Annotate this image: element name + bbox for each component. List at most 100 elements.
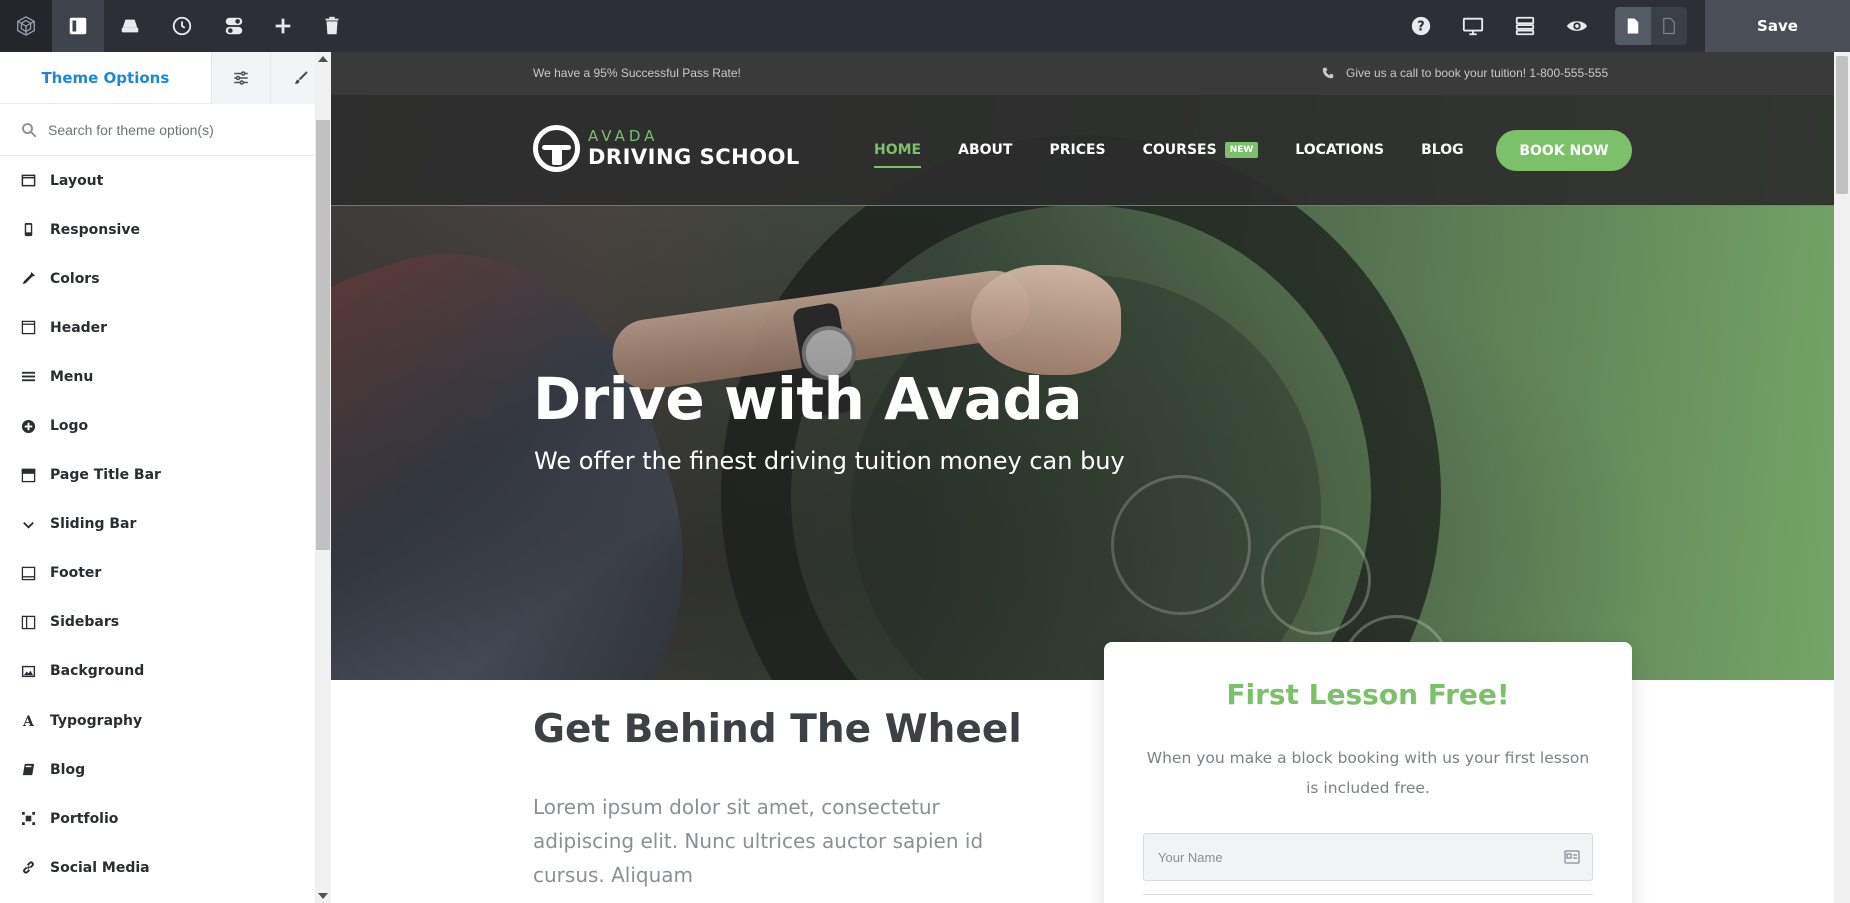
footer-icon <box>20 565 36 581</box>
phone-icon <box>1322 67 1334 79</box>
site-logo[interactable]: AVADA DRIVING SCHOOL <box>533 125 800 172</box>
scroll-up-arrow-icon[interactable] <box>318 56 328 62</box>
svg-text:A: A <box>22 714 35 728</box>
section-title: Get Behind The Wheel <box>533 707 1022 752</box>
sidebar-item-label: Colors <box>50 270 100 287</box>
sidebar-item-typography[interactable]: A Typography <box>0 696 330 745</box>
scroll-down-arrow-icon[interactable] <box>318 893 328 899</box>
title-bar-icon <box>20 467 36 483</box>
toggles-icon[interactable] <box>208 0 260 52</box>
portfolio-icon <box>20 811 36 827</box>
sidebar-item-label: Typography <box>50 712 143 729</box>
sidebar-item-colors[interactable]: Colors <box>0 254 330 303</box>
nav-home[interactable]: HOME <box>874 142 922 168</box>
theme-options-list: Layout Responsive Colors Header Menu Log… <box>0 156 330 892</box>
save-button[interactable]: Save <box>1705 0 1850 52</box>
sidebar-item-blog[interactable]: Blog <box>0 745 330 794</box>
blank-page-icon[interactable] <box>1651 7 1687 45</box>
nav-about[interactable]: ABOUT <box>958 142 1012 158</box>
sidebar-item-sidebars[interactable]: Sidebars <box>0 598 330 647</box>
sidebar-item-menu[interactable]: Menu <box>0 352 330 401</box>
svg-text:?: ? <box>1417 20 1424 35</box>
sidebar-item-background[interactable]: Background <box>0 647 330 696</box>
sidebar-item-label: Footer <box>50 565 102 582</box>
mobile-icon <box>20 222 36 238</box>
library-icon[interactable] <box>104 0 156 52</box>
header-icon <box>20 320 36 336</box>
sidebar-item-label: Logo <box>50 418 89 435</box>
sidebar-toggle-icon[interactable] <box>52 0 104 52</box>
add-icon[interactable] <box>257 0 309 52</box>
tab-settings-sliders-icon[interactable] <box>210 52 271 104</box>
sidebar-item-social-media[interactable]: Social Media <box>0 843 330 892</box>
sidebar-item-label: Menu <box>50 368 94 385</box>
sidebars-icon <box>20 614 36 630</box>
page-icon[interactable] <box>1615 7 1651 45</box>
sidebar-scroll-thumb[interactable] <box>316 120 330 550</box>
sidebar-item-label: Portfolio <box>50 810 119 827</box>
builder-logo-icon[interactable] <box>0 0 52 52</box>
sidebar-tabs: Theme Options <box>0 52 330 104</box>
id-card-icon <box>1564 850 1580 864</box>
image-icon <box>20 663 36 679</box>
theme-option-search <box>0 104 330 156</box>
search-input[interactable] <box>48 121 308 138</box>
main-nav: HOME ABOUT PRICES COURSES NEW LOCATIONS … <box>874 142 1501 168</box>
desktop-preview-icon[interactable] <box>1447 0 1499 52</box>
call-text: Give us a call to book your tuition! 1-8… <box>1346 66 1609 80</box>
sidebar-item-label: Page Title Bar <box>50 467 161 484</box>
sidebar-item-label: Responsive <box>50 221 140 238</box>
site-preview: We have a 95% Successful Pass Rate! Give… <box>331 52 1834 903</box>
sidebar-item-portfolio[interactable]: Portfolio <box>0 794 330 843</box>
page-mode-toggle <box>1615 7 1687 45</box>
preview-scroll-thumb[interactable] <box>1836 56 1848 194</box>
new-badge: NEW <box>1224 142 1259 158</box>
call-to-book: Give us a call to book your tuition! 1-8… <box>1322 66 1608 80</box>
card-title: First Lesson Free! <box>1226 678 1510 711</box>
sidebar-scrollbar[interactable] <box>315 52 331 903</box>
section-text: Lorem ipsum dolor sit amet, consectetur … <box>533 795 984 887</box>
hero-title: Drive with Avada <box>533 365 1083 433</box>
name-input[interactable] <box>1158 849 1558 865</box>
search-icon <box>22 122 37 137</box>
nav-locations[interactable]: LOCATIONS <box>1295 142 1384 158</box>
layout-icon <box>20 173 36 189</box>
chevron-down-icon <box>20 516 36 532</box>
book-now-button[interactable]: BOOK NOW <box>1496 130 1632 171</box>
sidebar-item-label: Sliding Bar <box>50 516 137 533</box>
logo-line-1: AVADA <box>588 127 659 145</box>
steering-wheel-logo-icon <box>533 125 580 172</box>
card-text: When you make a block booking with us yo… <box>1146 749 1590 797</box>
eye-icon[interactable] <box>1551 0 1603 52</box>
tab-theme-options[interactable]: Theme Options <box>0 52 211 104</box>
help-icon[interactable]: ? <box>1395 0 1447 52</box>
nav-courses-label: COURSES <box>1142 142 1217 158</box>
first-lesson-card: First Lesson Free! When you make a block… <box>1104 642 1632 903</box>
logo-line-2: DRIVING SCHOOL <box>588 145 800 169</box>
sidebar-item-label: Header <box>50 319 108 336</box>
nav-blog[interactable]: BLOG <box>1421 142 1464 158</box>
sidebar-item-label: Background <box>50 663 145 680</box>
builder-toolbar: ? Save <box>0 0 1850 52</box>
history-icon[interactable] <box>156 0 208 52</box>
menu-icon <box>20 369 36 385</box>
sidebar-item-header[interactable]: Header <box>0 303 330 352</box>
font-icon: A <box>20 713 36 729</box>
nav-courses[interactable]: COURSES NEW <box>1143 142 1259 158</box>
sidebar-item-sliding-bar[interactable]: Sliding Bar <box>0 500 330 549</box>
nav-prices[interactable]: PRICES <box>1049 142 1105 158</box>
sidebar-item-responsive[interactable]: Responsive <box>0 205 330 254</box>
eyedropper-icon <box>20 271 36 287</box>
hero-subtitle: We offer the finest driving tuition mone… <box>534 447 1125 475</box>
name-field-wrapper <box>1143 833 1593 881</box>
preview-scrollbar[interactable] <box>1834 52 1850 903</box>
sidebar-item-label: Sidebars <box>50 614 120 631</box>
sidebar-item-footer[interactable]: Footer <box>0 549 330 598</box>
layout-icon[interactable] <box>1499 0 1551 52</box>
sidebar-item-layout[interactable]: Layout <box>0 156 330 205</box>
sidebar-item-page-title-bar[interactable]: Page Title Bar <box>0 451 330 500</box>
plus-circle-icon <box>20 418 36 434</box>
trash-icon[interactable] <box>306 0 358 52</box>
sidebar-item-logo[interactable]: Logo <box>0 401 330 450</box>
site-top-bar: We have a 95% Successful Pass Rate! Give… <box>331 52 1834 95</box>
